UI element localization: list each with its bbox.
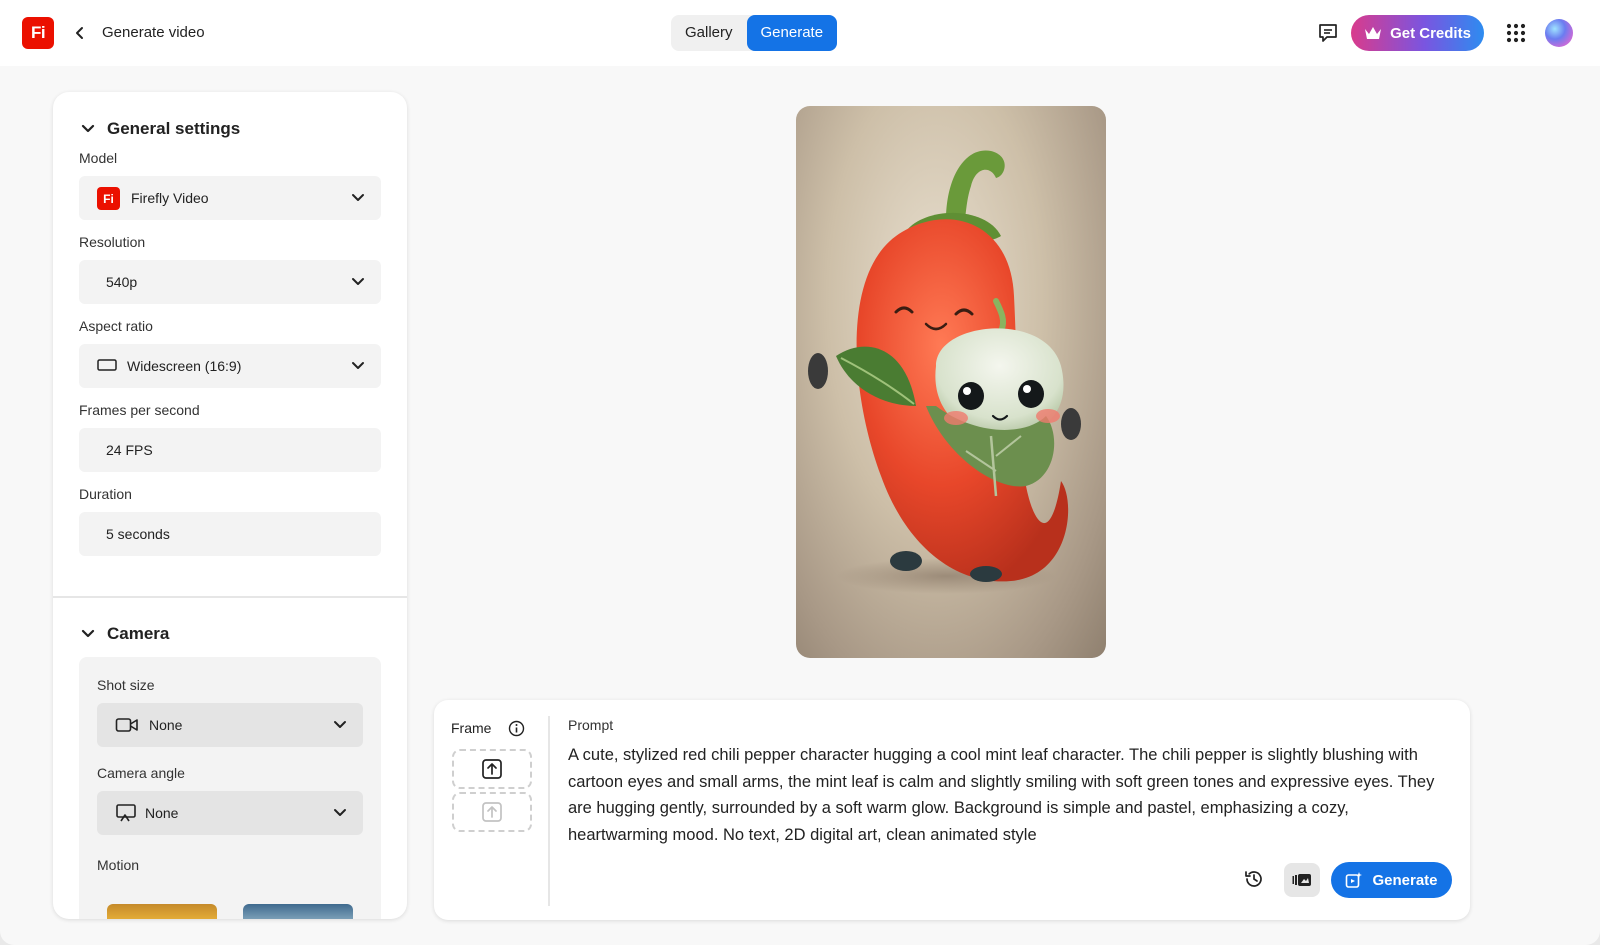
- camera-angle-select[interactable]: None: [97, 791, 363, 835]
- page-title: Generate video: [102, 24, 205, 41]
- resolution-value: 540p: [106, 274, 138, 290]
- generate-label: Generate: [1372, 871, 1438, 889]
- duration-label: Duration: [79, 486, 132, 502]
- motion-thumbnail[interactable]: [243, 904, 353, 919]
- prompt-input[interactable]: A cute, stylized red chili pepper charac…: [568, 742, 1448, 848]
- prompt-panel: Frame Prompt A cute, stylized red chili …: [434, 700, 1470, 920]
- chevron-down-icon: [334, 809, 346, 816]
- resolution-select[interactable]: 540p: [79, 260, 381, 304]
- upload-icon: [482, 802, 502, 822]
- chevron-down-icon: [352, 278, 364, 285]
- chili-mint-illustration: [808, 150, 1081, 594]
- feedback-chat-icon[interactable]: [1317, 22, 1339, 44]
- tab-generate[interactable]: Generate: [746, 15, 838, 51]
- motion-label: Motion: [97, 857, 140, 873]
- camera-title: Camera: [107, 624, 170, 643]
- settings-panel: General settings Model Fi Firefly Video …: [53, 92, 407, 919]
- fps-field[interactable]: 24 FPS: [79, 428, 381, 472]
- duration-field[interactable]: 5 seconds: [79, 512, 381, 556]
- section-divider: [53, 596, 407, 598]
- back-button[interactable]: [70, 20, 90, 46]
- get-credits-label: Get Credits: [1390, 24, 1471, 42]
- chevron-down-icon: [81, 629, 95, 638]
- camera-angle-label: Camera angle: [97, 765, 185, 781]
- upload-icon: [482, 759, 502, 779]
- info-icon[interactable]: [508, 720, 525, 737]
- fps-label: Frames per second: [79, 402, 200, 418]
- chevron-down-icon: [81, 124, 95, 133]
- top-bar: Fi Generate video Gallery Generate Get C…: [0, 0, 1600, 66]
- firefly-logo[interactable]: Fi: [22, 17, 54, 49]
- fps-value: 24 FPS: [106, 442, 153, 458]
- chevron-down-icon: [352, 194, 364, 201]
- shot-size-value: None: [149, 717, 183, 733]
- get-credits-button[interactable]: Get Credits: [1351, 15, 1484, 51]
- model-label: Model: [79, 150, 118, 166]
- app-grid-icon[interactable]: [1506, 23, 1526, 43]
- camera-angle-icon: [116, 804, 136, 822]
- general-settings-header[interactable]: General settings: [81, 119, 240, 139]
- user-avatar[interactable]: [1545, 19, 1573, 47]
- general-settings-title: General settings: [107, 119, 241, 138]
- aspect-ratio-label: Aspect ratio: [79, 318, 153, 334]
- style-reference-button[interactable]: [1284, 863, 1320, 897]
- history-icon[interactable]: [1243, 868, 1265, 890]
- last-frame-upload[interactable]: [452, 792, 532, 832]
- chevron-down-icon: [334, 721, 346, 728]
- aspect-ratio-value: Widescreen (16:9): [127, 358, 242, 374]
- camera-header[interactable]: Camera: [81, 624, 169, 644]
- resolution-label: Resolution: [79, 234, 146, 250]
- model-select[interactable]: Fi Firefly Video: [79, 176, 381, 220]
- shot-size-label: Shot size: [97, 677, 155, 693]
- frame-label: Frame: [451, 720, 492, 736]
- view-switcher: Gallery Generate: [671, 15, 838, 51]
- shot-size-select[interactable]: None: [97, 703, 363, 747]
- panel-divider: [548, 716, 550, 906]
- style-reference-icon: [1292, 874, 1311, 886]
- first-frame-upload[interactable]: [452, 749, 532, 789]
- tab-gallery[interactable]: Gallery: [671, 15, 747, 51]
- video-camera-icon: [115, 718, 138, 732]
- chevron-left-icon: [76, 27, 83, 39]
- duration-value: 5 seconds: [106, 526, 170, 542]
- prompt-label: Prompt: [568, 717, 614, 733]
- camera-angle-value: None: [145, 805, 179, 821]
- aspect-ratio-select[interactable]: Widescreen (16:9): [79, 344, 381, 388]
- motion-thumbnail[interactable]: [107, 904, 217, 919]
- model-value: Firefly Video: [131, 190, 209, 206]
- crown-icon: [1365, 27, 1382, 39]
- app-window: Fi Generate video Gallery Generate Get C…: [0, 0, 1600, 945]
- generate-sparkle-icon: [1346, 872, 1363, 888]
- camera-settings-box: Shot size None Camera angle None Motion: [79, 657, 381, 919]
- generate-button[interactable]: Generate: [1331, 862, 1452, 898]
- firefly-model-icon: Fi: [97, 187, 120, 210]
- widescreen-icon: [97, 359, 117, 371]
- chevron-down-icon: [352, 362, 364, 369]
- generated-preview-image[interactable]: [796, 106, 1106, 658]
